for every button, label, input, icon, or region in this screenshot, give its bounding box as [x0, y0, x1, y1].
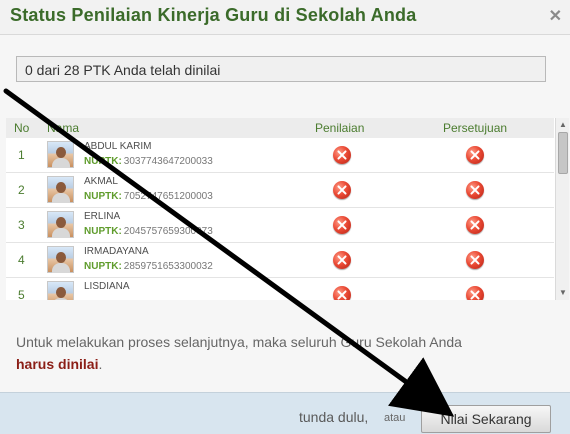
teacher-status-table: No Nama Penilaian Persetujuan 1 ABDUL KA…: [6, 118, 569, 300]
teacher-avatar: [47, 281, 74, 300]
assessment-progress-field: 0 dari 28 PTK Anda telah dinilai: [16, 56, 546, 82]
teacher-name: ABDUL KARIM: [84, 141, 152, 152]
instruction-prefix: Untuk melakukan proses selanjutnya, maka…: [16, 334, 462, 350]
dialog-header: Status Penilaian Kinerja Guru di Sekolah…: [0, 0, 570, 35]
row-number: 4: [18, 253, 25, 267]
approval-cross-icon: [466, 216, 484, 234]
teacher-nuptk: NUPTK: 2045757659300073: [84, 226, 213, 237]
teacher-avatar: [47, 211, 74, 238]
assessment-progress-text: 0 dari 28 PTK Anda telah dinilai: [25, 62, 221, 78]
teacher-name: LISDIANA: [84, 281, 130, 292]
table-scrollbar[interactable]: ▲ ▼: [555, 118, 569, 300]
instruction-message: Untuk melakukan proses selanjutnya, maka…: [16, 331, 546, 375]
or-label: atau: [384, 412, 406, 424]
assessment-cross-icon: [333, 216, 351, 234]
nuptk-label: NUPTK:: [84, 226, 122, 237]
instruction-emphasis: harus dinilai: [16, 356, 99, 372]
scroll-up-icon[interactable]: ▲: [556, 118, 569, 132]
instruction-suffix: .: [98, 356, 103, 372]
column-header-approval: Persetujuan: [443, 121, 508, 135]
nuptk-value: 7052747651200003: [123, 191, 213, 202]
dialog-footer: tunda dulu, atau Nilai Sekarang: [0, 392, 570, 434]
table-header: No Nama Penilaian Persetujuan: [6, 118, 554, 139]
table-row: 4 IRMADAYANA NUPTK: 2859751653300032: [6, 243, 554, 278]
assess-now-button[interactable]: Nilai Sekarang: [421, 405, 551, 433]
scrollbar-thumb[interactable]: [558, 132, 568, 174]
assessment-cross-icon: [333, 181, 351, 199]
teacher-nuptk: NUPTK: 3037743647200033: [84, 156, 213, 167]
assessment-cross-icon: [333, 251, 351, 269]
row-number: 1: [18, 148, 25, 162]
teacher-nuptk: NUPTK: 7052747651200003: [84, 191, 213, 202]
approval-cross-icon: [466, 181, 484, 199]
scroll-down-icon[interactable]: ▼: [556, 286, 569, 300]
teacher-avatar: [47, 246, 74, 273]
teacher-nuptk: [84, 296, 86, 300]
nuptk-label: NUPTK:: [84, 156, 122, 167]
teacher-name: IRMADAYANA: [84, 246, 149, 257]
approval-cross-icon: [466, 146, 484, 164]
row-number: 3: [18, 218, 25, 232]
approval-cross-icon: [466, 286, 484, 300]
teacher-avatar: [47, 141, 74, 168]
column-header-name: Nama: [47, 121, 80, 135]
row-number: 2: [18, 183, 25, 197]
teacher-avatar: [47, 176, 74, 203]
nuptk-value: 2045757659300073: [123, 226, 213, 237]
approval-cross-icon: [466, 251, 484, 269]
table-row: 1 ABDUL KARIM NUPTK: 3037743647200033: [6, 138, 554, 173]
teacher-name: AKMAL: [84, 176, 118, 187]
nuptk-label: NUPTK:: [84, 191, 122, 202]
row-number: 5: [18, 288, 25, 300]
assessment-cross-icon: [333, 146, 351, 164]
table-row: 5 LISDIANA: [6, 278, 554, 300]
table-row: 3 ERLINA NUPTK: 2045757659300073: [6, 208, 554, 243]
teacher-nuptk: NUPTK: 2859751653300032: [84, 261, 213, 272]
column-header-assessment: Penilaian: [315, 121, 365, 135]
table-row: 2 AKMAL NUPTK: 7052747651200003: [6, 173, 554, 208]
nuptk-label: NUPTK:: [84, 261, 122, 272]
assessment-cross-icon: [333, 286, 351, 300]
close-icon[interactable]: ✕: [549, 6, 562, 26]
table-body: 1 ABDUL KARIM NUPTK: 3037743647200033 2 A…: [6, 138, 554, 300]
status-dialog: Status Penilaian Kinerja Guru di Sekolah…: [0, 0, 570, 434]
dialog-title: Status Penilaian Kinerja Guru di Sekolah…: [10, 5, 417, 25]
nuptk-value: 3037743647200033: [123, 156, 213, 167]
nuptk-value: 2859751653300032: [123, 261, 213, 272]
teacher-name: ERLINA: [84, 211, 121, 222]
delay-link[interactable]: tunda dulu,: [299, 409, 368, 425]
column-header-no: No: [14, 121, 30, 135]
